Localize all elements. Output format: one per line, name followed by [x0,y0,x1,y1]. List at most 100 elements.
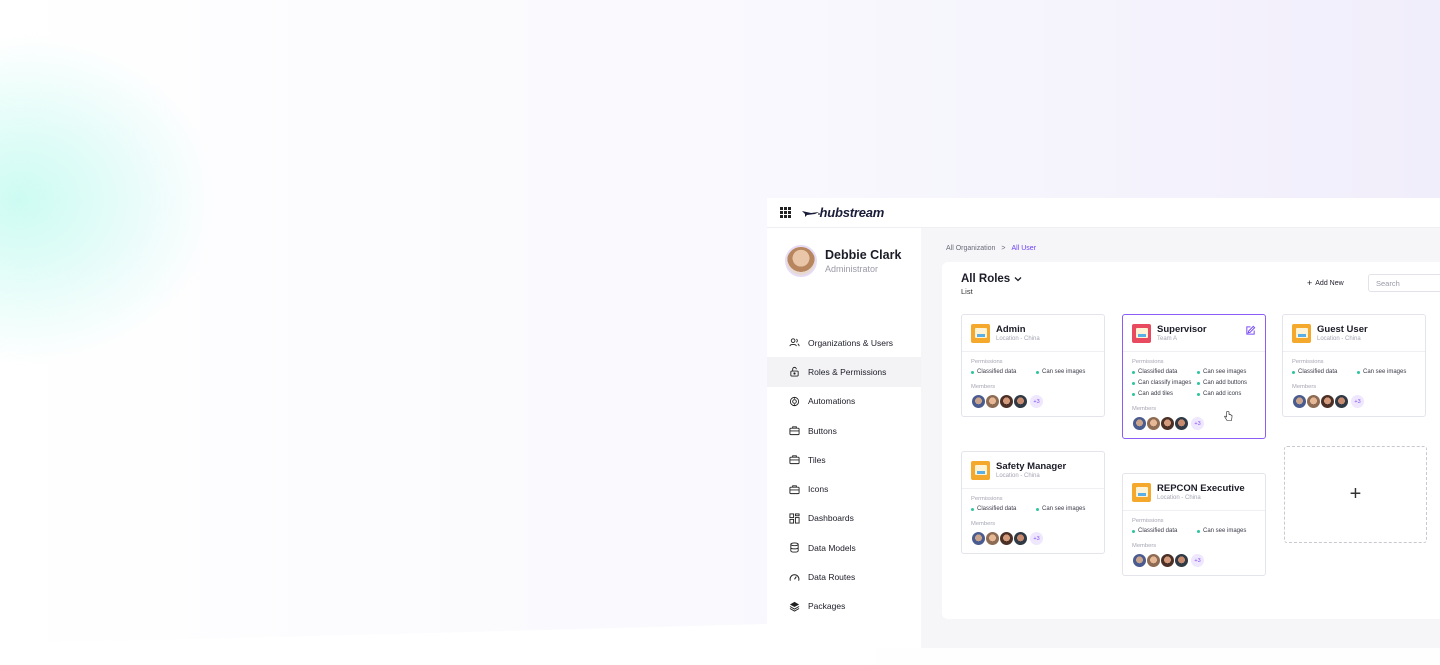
role-card-safety-manager[interactable]: Safety Manager Location - China Permissi… [961,451,1105,554]
role-card-admin[interactable]: Admin Location - China Permissions Class… [961,314,1105,417]
add-new-button[interactable]: + Add New [1307,278,1344,288]
members-list[interactable]: +3 [1132,553,1256,568]
sidebar: Debbie Clark Administrator Organizations… [767,228,921,648]
sidebar-item-label: Packages [808,601,846,612]
breadcrumb-root[interactable]: All Organization [946,245,995,252]
member-avatar [985,394,1000,409]
card-header: Supervisor Team A [1123,315,1265,352]
member-avatar [1320,394,1335,409]
add-new-label: Add New [1315,279,1344,287]
permission-item: Can see images [1036,506,1101,512]
card-header: Guest User Location - China [1283,315,1425,352]
role-card-guest-user[interactable]: Guest User Location - China Permissions … [1282,314,1426,417]
user-profile[interactable]: Debbie Clark Administrator [785,245,901,277]
member-avatar [1292,394,1307,409]
edit-icon[interactable] [1245,325,1256,336]
permission-item: Can classify images [1132,380,1197,386]
search-input[interactable]: Search [1368,274,1440,292]
permission-item: Classified data [971,506,1036,512]
permissions-list: Classified data Can see images [1132,528,1256,534]
breadcrumb-separator: > [1001,245,1006,252]
page-title-text: All Roles [961,273,1011,285]
role-image-icon [1132,482,1151,502]
add-role-card[interactable]: + [1284,446,1427,543]
role-card-supervisor[interactable]: Supervisor Team A Permissions Classified… [1122,314,1266,439]
main-content: All Organization > All User All Roles Li… [921,228,1440,648]
top-bar: hubstream [767,198,1440,228]
member-avatar [1160,416,1175,431]
chevron-down-icon[interactable] [1014,276,1022,282]
app-grid-icon[interactable] [780,207,791,218]
breadcrumb-current[interactable]: All User [1012,245,1037,252]
permissions-list: Classified data Can see images Can class… [1132,369,1256,397]
permission-item: Classified data [971,369,1036,375]
card-subtitle: Location - China [996,473,1040,479]
member-avatar [1013,531,1028,546]
card-title: Guest User [1317,324,1368,335]
role-card-repcon-executive[interactable]: REPCON Executive Location - China Permis… [1122,473,1266,576]
more-members-badge[interactable]: +3 [1029,531,1044,546]
role-image-icon [971,323,990,343]
automation-icon [788,395,800,407]
role-image-icon [1132,323,1151,343]
card-subtitle: Location - China [1157,495,1201,501]
more-members-badge[interactable]: +3 [1190,553,1205,568]
logo-bird-icon [801,210,820,217]
card-subtitle: Location - China [996,336,1040,342]
card-title: Safety Manager [996,461,1067,472]
members-list[interactable]: +3 [971,531,1095,546]
permission-item: Can add buttons [1197,380,1262,386]
page-subtitle: List [961,287,973,296]
member-avatar [1334,394,1349,409]
sidebar-item-dashboards[interactable]: Dashboards [767,504,921,533]
sidebar-item-organizations-users[interactable]: Organizations & Users [767,328,921,357]
sidebar-item-tiles[interactable]: Tiles [767,445,921,474]
member-avatar [1174,553,1189,568]
profile-name: Debbie Clark [825,248,902,262]
permission-item: Classified data [1292,369,1357,375]
member-avatar [1174,416,1189,431]
permissions-list: Classified data Can see images [971,506,1095,512]
sidebar-item-buttons[interactable]: Buttons [767,416,921,445]
sidebar-item-label: Buttons [808,425,837,436]
members-list[interactable]: +3 [971,394,1095,409]
sidebar-item-label: Automations [808,396,856,407]
plus-icon: + [1307,278,1313,288]
card-subtitle: Team A [1157,336,1178,342]
roles-panel: All Roles List + Add New Search Admin Lo… [942,262,1440,619]
member-avatar [971,394,986,409]
sidebar-item-data-models[interactable]: Data Models [767,533,921,562]
hubstream-logo[interactable]: hubstream [801,205,885,220]
members-label: Members [1132,543,1157,549]
sidebar-item-label: Icons [808,484,829,495]
more-members-badge[interactable]: +3 [1190,416,1205,431]
member-avatar [999,531,1014,546]
role-image-icon [1292,323,1311,343]
sidebar-item-data-routes[interactable]: Data Routes [767,562,921,591]
more-members-badge[interactable]: +3 [1350,394,1365,409]
dashboard-icon [788,512,800,524]
sidebar-item-label: Data Routes [808,572,856,583]
sidebar-nav: Organizations & Users Roles & Permission… [767,328,921,621]
page-title[interactable]: All Roles [961,273,1022,285]
database-icon [788,542,800,554]
hand-cursor-icon [1224,411,1233,421]
sidebar-item-label: Tiles [808,454,826,465]
permissions-list: Classified data Can see images [971,369,1095,375]
members-list[interactable]: +3 [1292,394,1416,409]
members-label: Members [1292,384,1317,390]
logo-text: hubstream [819,205,885,220]
members-list[interactable]: +3 [1132,416,1256,431]
sidebar-item-icons[interactable]: Icons [767,474,921,503]
member-avatar [1132,416,1147,431]
more-members-badge[interactable]: +3 [1029,394,1044,409]
sidebar-item-packages[interactable]: Packages [767,592,921,621]
sidebar-item-automations[interactable]: Automations [767,387,921,416]
permissions-label: Permissions [971,359,1003,365]
member-avatar [999,394,1014,409]
sidebar-item-label: Organizations & Users [808,337,894,348]
card-header: Safety Manager Location - China [962,452,1104,489]
sidebar-item-roles-permissions[interactable]: Roles & Permissions [767,357,921,387]
permission-item: Can see images [1197,369,1262,375]
users-icon [788,337,800,349]
